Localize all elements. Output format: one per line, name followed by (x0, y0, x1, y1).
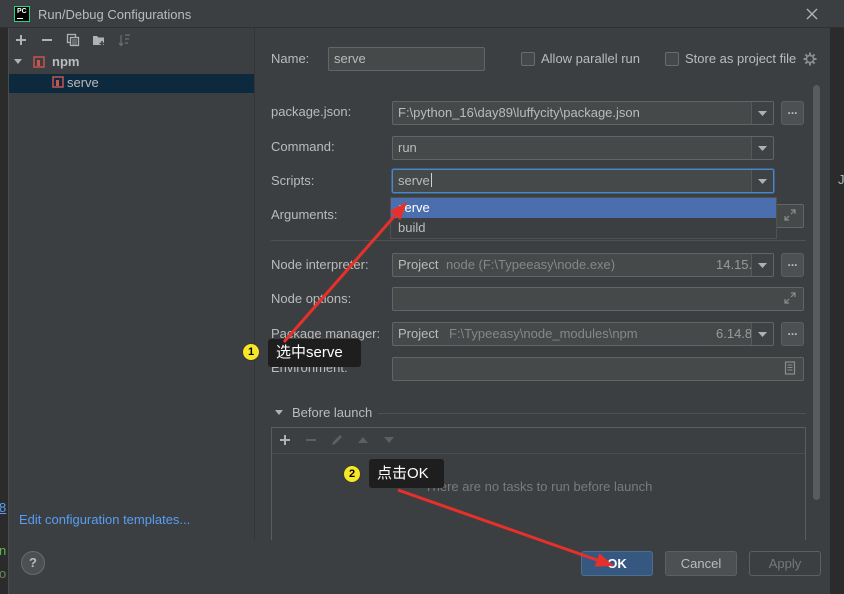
annotation-badge-1: 1 (242, 343, 260, 361)
arguments-label: Arguments: (271, 207, 338, 222)
scripts-option-build[interactable]: build (391, 218, 776, 238)
apply-button[interactable]: Apply (749, 551, 821, 576)
scripts-input-text: serve (398, 173, 432, 189)
chevron-down-icon (758, 146, 767, 151)
before-launch-toolbar-separator (272, 453, 805, 454)
background-fragment: o (0, 566, 7, 581)
scripts-label: Scripts: (271, 173, 315, 188)
scrollbar-thumb[interactable] (813, 85, 820, 500)
document-icon[interactable] (783, 361, 797, 375)
package-manager-combo[interactable]: Project F:\Typeeasy\node_modules\npm 6.1… (392, 322, 774, 346)
name-label: Name: (271, 51, 310, 66)
chevron-down-icon (758, 263, 767, 268)
scripts-dropdown-button[interactable] (751, 170, 773, 192)
command-label: Command: (271, 139, 335, 154)
node-interpreter-label: Node interpreter: (271, 257, 369, 272)
package-manager-kind: Project (398, 326, 439, 341)
background-editor-strip-left: 8 n o (0, 28, 8, 594)
package-json-value: F:\python_16\day89\luffycity\package.jso… (398, 105, 640, 120)
new-folder-icon[interactable] (92, 33, 106, 47)
text-caret (430, 173, 432, 187)
package-json-browse-button[interactable]: ... (781, 101, 804, 125)
cancel-button[interactable]: Cancel (665, 551, 737, 576)
ok-button[interactable]: OK (581, 551, 653, 576)
package-json-dropdown-button[interactable] (751, 102, 773, 124)
chevron-down-icon (758, 111, 767, 116)
close-icon[interactable] (806, 8, 818, 20)
node-options-input[interactable] (392, 287, 804, 311)
chevron-down-icon (758, 332, 767, 337)
copy-icon[interactable] (66, 33, 80, 47)
package-manager-version: 6.14.8 (716, 326, 753, 341)
edit-icon[interactable] (330, 433, 344, 447)
chevron-down-icon (758, 179, 767, 184)
package-json-combo[interactable]: F:\python_16\day89\luffycity\package.jso… (392, 101, 774, 125)
logo-bar (17, 18, 23, 19)
command-value: run (398, 140, 417, 155)
annotation-callout-2: 点击OK (369, 459, 444, 488)
background-fragment: n (0, 543, 7, 558)
tree-item-npm[interactable]: npm (52, 54, 79, 70)
store-as-project-file-checkbox[interactable] (665, 52, 679, 66)
scripts-dropdown-list: serve build (390, 197, 777, 239)
tree-expand-chevron-down-icon[interactable] (13, 58, 23, 66)
node-interpreter-dropdown-button[interactable] (751, 254, 773, 276)
annotation-badge-2: 2 (343, 465, 361, 483)
package-json-label: package.json: (271, 104, 352, 119)
allow-parallel-run-checkbox[interactable] (521, 52, 535, 66)
background-fragment: 8 (0, 500, 7, 515)
help-button[interactable]: ? (21, 551, 45, 575)
pycharm-logo-icon: PC (14, 6, 30, 22)
remove-icon[interactable] (304, 433, 318, 447)
expand-icon[interactable] (783, 208, 797, 222)
package-manager-dropdown-button[interactable] (751, 323, 773, 345)
background-editor-strip-right: J (830, 28, 844, 594)
add-icon[interactable] (14, 33, 28, 47)
environment-input[interactable] (392, 357, 804, 381)
scripts-option-serve[interactable]: serve (391, 198, 776, 218)
npm-icon (33, 56, 45, 68)
background-fragment: J (838, 172, 844, 187)
store-as-project-file-label: Store as project file (685, 51, 797, 66)
gear-icon[interactable] (803, 52, 817, 66)
node-interpreter-combo[interactable]: Project node (F:\Typeeasy\node.exe) 14.1… (392, 253, 774, 277)
section-separator (271, 240, 806, 241)
node-interpreter-kind: Project (398, 257, 439, 272)
logo-text: PC (17, 8, 27, 15)
collapse-chevron-down-icon[interactable] (274, 409, 284, 417)
npm-config-icon (52, 76, 64, 88)
command-dropdown-button[interactable] (751, 137, 773, 159)
node-options-label: Node options: (271, 291, 352, 306)
command-combo[interactable]: run (392, 136, 774, 160)
move-up-icon[interactable] (356, 433, 370, 447)
package-manager-browse-button[interactable]: ... (781, 322, 804, 346)
node-interpreter-path: node (F:\Typeeasy\node.exe) (446, 257, 616, 272)
before-launch-separator (378, 413, 806, 414)
add-icon[interactable] (278, 433, 292, 447)
move-down-icon[interactable] (382, 433, 396, 447)
remove-icon[interactable] (40, 33, 54, 47)
expand-icon[interactable] (783, 291, 797, 305)
panel-divider (254, 28, 255, 540)
scripts-value: serve (398, 173, 430, 188)
package-manager-path: F:\Typeeasy\node_modules\npm (449, 326, 638, 341)
edit-configuration-templates-link[interactable]: Edit configuration templates... (19, 512, 190, 528)
annotation-callout-1: 选中serve (268, 339, 361, 367)
title-bar: PC Run/Debug Configurations (0, 0, 844, 28)
before-launch-label: Before launch (292, 405, 373, 420)
sort-icon (118, 34, 130, 47)
scripts-combo[interactable]: serve (392, 169, 774, 193)
name-input-value: serve (334, 51, 366, 66)
allow-parallel-run-label: Allow parallel run (541, 51, 640, 66)
node-interpreter-browse-button[interactable]: ... (781, 253, 804, 277)
window-title: Run/Debug Configurations (38, 7, 192, 22)
name-input[interactable]: serve (328, 47, 485, 71)
tree-item-serve[interactable]: serve (67, 75, 99, 91)
tree-item-serve-selected-row[interactable] (9, 74, 254, 93)
